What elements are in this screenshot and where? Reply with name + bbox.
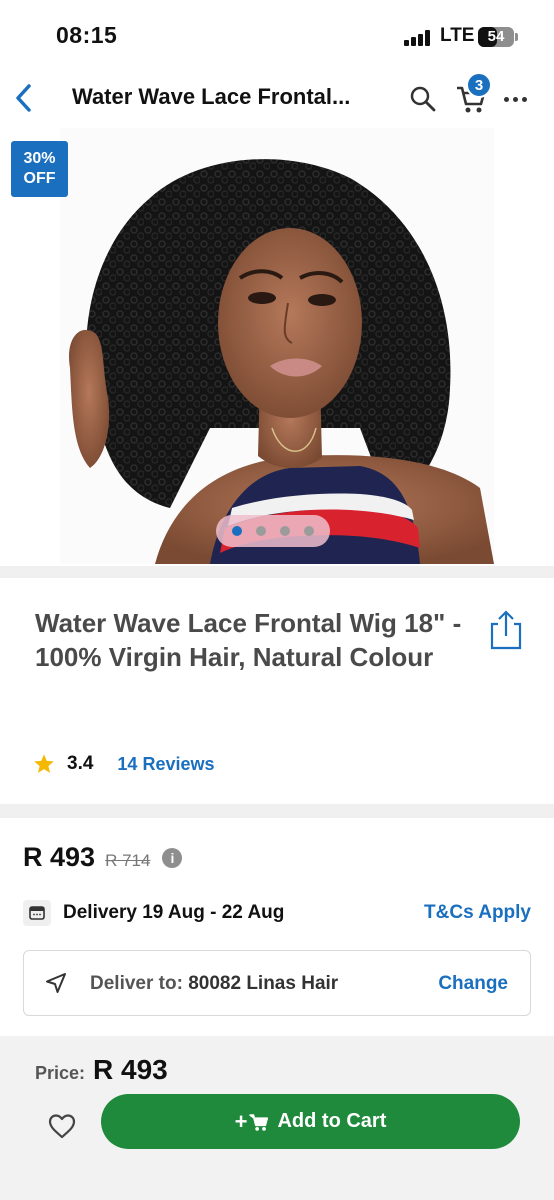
price-label: Price: (35, 1063, 86, 1083)
carousel-dot[interactable] (232, 526, 242, 536)
cart-icon (249, 1113, 269, 1131)
deliver-to-box[interactable]: Deliver to: 80082 Linas Hair Change (23, 950, 531, 1016)
search-button[interactable] (406, 82, 440, 116)
product-title: Water Wave Lace Frontal Wig 18" - 100% V… (35, 608, 462, 672)
add-to-cart-label: Add to Cart (277, 1110, 387, 1132)
more-icon-dot (512, 96, 518, 102)
original-price: R 714 (105, 851, 151, 870)
share-button[interactable] (486, 608, 526, 652)
page-title: Water Wave Lace Frontal... (72, 84, 351, 109)
change-address-link[interactable]: Change (438, 973, 508, 995)
carousel-pagination[interactable] (216, 515, 330, 547)
info-icon[interactable]: i (162, 847, 183, 868)
section-divider (0, 566, 554, 578)
back-button[interactable] (6, 76, 42, 120)
discount-percent: 30% (23, 150, 56, 167)
chevron-left-icon (16, 84, 31, 112)
status-time: 08:15 (56, 22, 118, 48)
nav-bar: Water Wave Lace Frontal... 3 (0, 72, 554, 128)
delivery-row: Delivery 19 Aug - 22 Aug T&Cs Apply (23, 898, 531, 928)
product-photo-illustration (60, 128, 494, 564)
more-options-button[interactable] (498, 82, 532, 116)
carousel-dot[interactable] (304, 526, 314, 536)
bottom-price: Price: R 493 (35, 1054, 168, 1086)
reviews-link[interactable]: 14 Reviews (117, 754, 214, 775)
status-bar: 08:15 LTE 54 (0, 0, 554, 72)
bottom-action-bar: Price: R 493 + Add to Cart (0, 1036, 554, 1200)
calendar-icon (23, 900, 51, 926)
rating-value: 3.4 (67, 753, 94, 774)
add-to-cart-button[interactable]: + Add to Cart (101, 1094, 520, 1149)
deliver-to-label: Deliver to: (90, 973, 183, 994)
deliver-to-value: 80082 Linas Hair (188, 973, 339, 994)
more-icon-dot (521, 96, 527, 102)
star-icon (34, 754, 54, 773)
battery-nub (515, 33, 518, 41)
carousel-dot[interactable] (280, 526, 290, 536)
rating-row: 3.4 14 Reviews (33, 750, 215, 778)
discount-badge: 30% OFF (11, 141, 68, 197)
current-price: R 493 (23, 842, 96, 872)
section-divider (0, 804, 554, 818)
deliver-to-text: Deliver to: 80082 Linas Hair (90, 973, 338, 995)
tcs-apply-link[interactable]: T&Cs Apply (424, 902, 531, 924)
product-image-carousel[interactable] (0, 128, 554, 566)
signal-strength-icon (404, 30, 434, 46)
carousel-dot[interactable] (256, 526, 266, 536)
product-image (60, 128, 494, 564)
discount-off-label: OFF (23, 170, 56, 187)
network-type: LTE (440, 25, 475, 46)
heart-icon (48, 1114, 76, 1139)
battery-icon: 54 (478, 27, 514, 47)
cart-count-badge: 3 (466, 72, 492, 98)
price-value: R 493 (93, 1054, 168, 1085)
delivery-dates: Delivery 19 Aug - 22 Aug (63, 902, 285, 923)
share-icon (490, 610, 522, 650)
price-row: R 493 R 714 i (23, 842, 183, 873)
wishlist-button[interactable] (40, 1104, 84, 1148)
battery-percent: 54 (487, 28, 505, 45)
search-icon (410, 86, 436, 112)
location-arrow-icon (46, 973, 66, 993)
plus-icon: + (234, 1108, 248, 1134)
more-icon-dot (503, 96, 509, 102)
